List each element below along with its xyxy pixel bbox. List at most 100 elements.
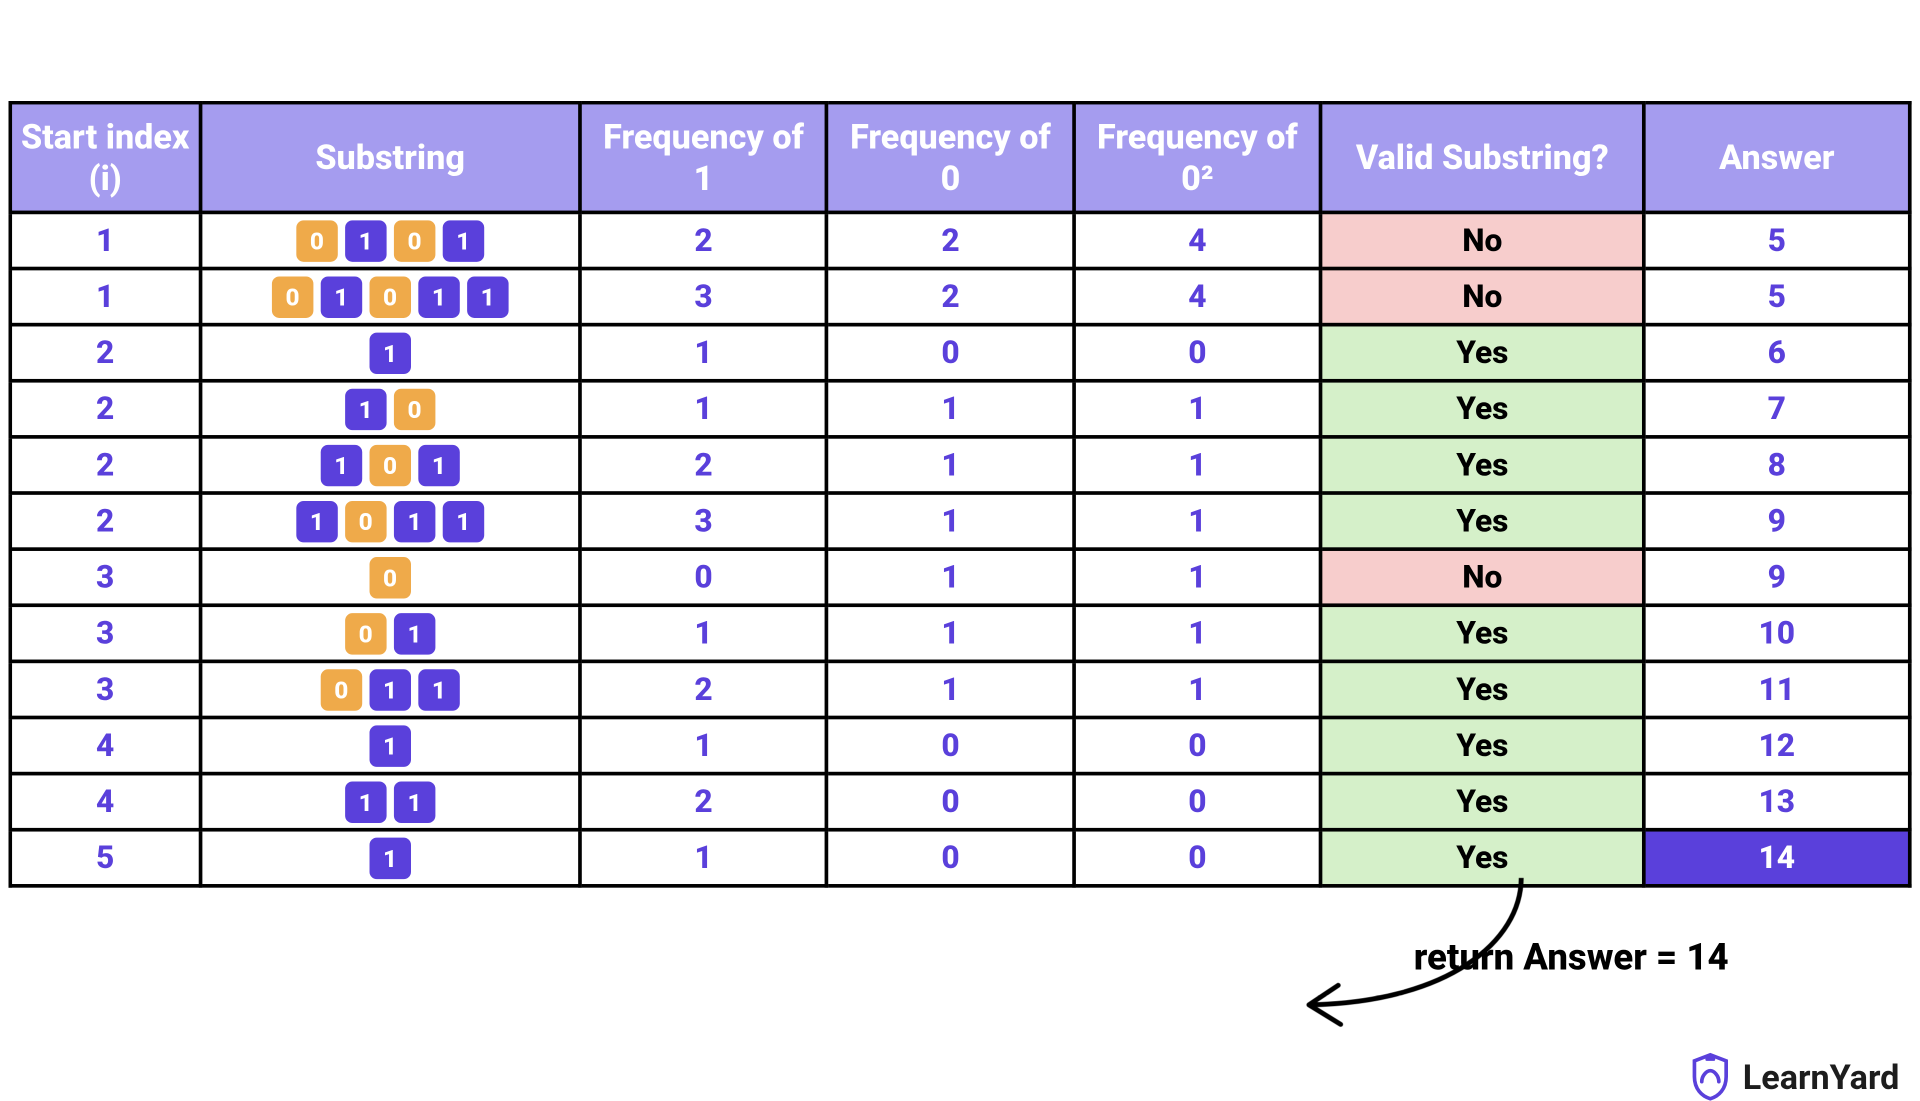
bit-zero-chip: 0 (321, 669, 362, 710)
cell-answer: 10 (1644, 605, 1910, 661)
cell-answer: 9 (1644, 493, 1910, 549)
cell-freq-0: 1 (827, 493, 1074, 549)
cell-freq-1: 2 (580, 437, 827, 493)
cell-freq-0: 0 (827, 325, 1074, 381)
cell-answer: 14 (1644, 830, 1910, 886)
cell-freq-1: 3 (580, 269, 827, 325)
bit-zero-chip: 0 (394, 220, 435, 261)
cell-answer: 5 (1644, 213, 1910, 269)
cell-substring: 1 (200, 718, 580, 774)
bit-one-chip: 1 (321, 444, 362, 485)
cell-freq-0: 0 (827, 830, 1074, 886)
cell-answer: 5 (1644, 269, 1910, 325)
bit-one-chip: 1 (296, 500, 337, 541)
cell-substring: 011 (200, 662, 580, 718)
table-row: 301111Yes10 (10, 605, 1910, 661)
table-row: 101011324No5 (10, 269, 1910, 325)
cell-valid: Yes (1321, 662, 1644, 718)
table-row: 41100Yes12 (10, 718, 1910, 774)
cell-freq-1: 2 (580, 662, 827, 718)
cell-freq-1: 3 (580, 493, 827, 549)
cell-freq-0: 2 (827, 213, 1074, 269)
bit-zero-chip: 0 (345, 613, 386, 654)
cell-freq-1: 0 (580, 549, 827, 605)
brand-logo: LearnYard (1689, 1053, 1899, 1101)
cell-substring: 11 (200, 774, 580, 830)
table-row: 21100Yes6 (10, 325, 1910, 381)
table-row: 30011No9 (10, 549, 1910, 605)
cell-freq-0-sq: 1 (1074, 437, 1321, 493)
cell-answer: 7 (1644, 381, 1910, 437)
bit-one-chip: 1 (369, 837, 410, 878)
cell-freq-0: 1 (827, 605, 1074, 661)
bit-one-chip: 1 (443, 500, 484, 541)
cell-start-index: 1 (10, 213, 200, 269)
cell-valid: No (1321, 213, 1644, 269)
cell-answer: 8 (1644, 437, 1910, 493)
bit-one-chip: 1 (394, 781, 435, 822)
cell-start-index: 2 (10, 381, 200, 437)
cell-freq-0-sq: 1 (1074, 493, 1321, 549)
table-row: 10101224No5 (10, 213, 1910, 269)
header-valid: Valid Substring? (1321, 103, 1644, 213)
header-row: Start index (i) Substring Frequency of 1… (10, 103, 1910, 213)
table-row: 21011311Yes9 (10, 493, 1910, 549)
header-freq-0-sq: Frequency of 0² (1074, 103, 1321, 213)
bit-one-chip: 1 (345, 220, 386, 261)
cell-start-index: 5 (10, 830, 200, 886)
cell-valid: Yes (1321, 381, 1644, 437)
cell-freq-0: 2 (827, 269, 1074, 325)
cell-freq-1: 2 (580, 774, 827, 830)
bit-one-chip: 1 (467, 276, 508, 317)
cell-freq-0-sq: 1 (1074, 605, 1321, 661)
cell-freq-0-sq: 1 (1074, 662, 1321, 718)
cell-start-index: 4 (10, 718, 200, 774)
shield-icon (1689, 1053, 1730, 1101)
bit-one-chip: 1 (418, 276, 459, 317)
cell-valid: No (1321, 549, 1644, 605)
cell-freq-0: 1 (827, 381, 1074, 437)
cell-valid: Yes (1321, 437, 1644, 493)
cell-substring: 101 (200, 437, 580, 493)
cell-freq-0-sq: 4 (1074, 269, 1321, 325)
cell-start-index: 3 (10, 605, 200, 661)
bit-one-chip: 1 (345, 388, 386, 429)
cell-freq-1: 1 (580, 718, 827, 774)
cell-answer: 11 (1644, 662, 1910, 718)
cell-freq-0: 1 (827, 549, 1074, 605)
header-answer: Answer (1644, 103, 1910, 213)
cell-start-index: 3 (10, 549, 200, 605)
brand-name: LearnYard (1743, 1057, 1900, 1097)
bit-one-chip: 1 (443, 220, 484, 261)
cell-valid: Yes (1321, 493, 1644, 549)
cell-freq-0-sq: 4 (1074, 213, 1321, 269)
cell-answer: 12 (1644, 718, 1910, 774)
cell-start-index: 1 (10, 269, 200, 325)
cell-answer: 9 (1644, 549, 1910, 605)
cell-freq-1: 1 (580, 381, 827, 437)
cell-valid: Yes (1321, 774, 1644, 830)
cell-answer: 6 (1644, 325, 1910, 381)
bit-zero-chip: 0 (369, 276, 410, 317)
table-row: 3011211Yes11 (10, 662, 1910, 718)
cell-start-index: 4 (10, 774, 200, 830)
bit-zero-chip: 0 (394, 388, 435, 429)
cell-freq-0: 0 (827, 718, 1074, 774)
cell-freq-0-sq: 0 (1074, 774, 1321, 830)
cell-freq-1: 1 (580, 605, 827, 661)
bit-one-chip: 1 (369, 332, 410, 373)
bit-zero-chip: 0 (272, 276, 313, 317)
algorithm-trace-diagram: Start index (i) Substring Frequency of 1… (8, 101, 1911, 980)
table-row: 411200Yes13 (10, 774, 1910, 830)
cell-valid: Yes (1321, 718, 1644, 774)
cell-freq-0-sq: 0 (1074, 718, 1321, 774)
cell-valid: No (1321, 269, 1644, 325)
cell-freq-0-sq: 0 (1074, 325, 1321, 381)
bit-zero-chip: 0 (369, 557, 410, 598)
table-row: 210111Yes7 (10, 381, 1910, 437)
table-row: 2101211Yes8 (10, 437, 1910, 493)
cell-freq-1: 2 (580, 213, 827, 269)
bit-zero-chip: 0 (296, 220, 337, 261)
cell-answer: 13 (1644, 774, 1910, 830)
cell-substring: 01 (200, 605, 580, 661)
